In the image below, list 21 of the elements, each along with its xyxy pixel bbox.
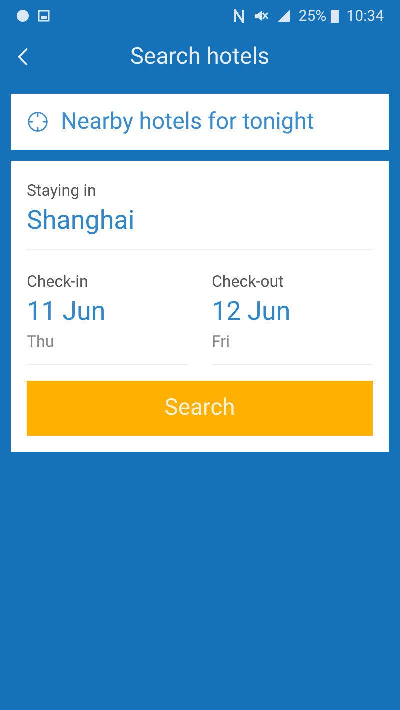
mute-icon [252,9,269,23]
weekday: Thu [27,331,56,353]
destination-field[interactable]: Staying in Shanghai [27,179,373,250]
nearby-hotels-button[interactable]: Nearby hotels for tonight [11,94,389,150]
date-field[interactable]: Check-in 11 Jun Thu [27,270,188,365]
locate-icon [27,111,49,133]
image-icon [38,10,50,22]
nfc-icon [232,9,245,23]
field-label: Check-in [27,271,90,293]
weekday: Fri [212,331,231,353]
field-label: Check-out [212,271,285,293]
date-field[interactable]: Check-out 12 Jun Fri [212,270,373,365]
date-value: 12 Jun [212,296,292,329]
battery-icon [330,9,339,23]
battery-percent: 25% [298,6,327,27]
field-label: Staying in [27,180,98,202]
date-value: 11 Jun [27,296,107,329]
page-title: Search hotels [130,42,270,72]
city-value: Shanghai [27,205,136,238]
clock: 10:34 [346,6,384,27]
signal-icon [276,9,291,23]
